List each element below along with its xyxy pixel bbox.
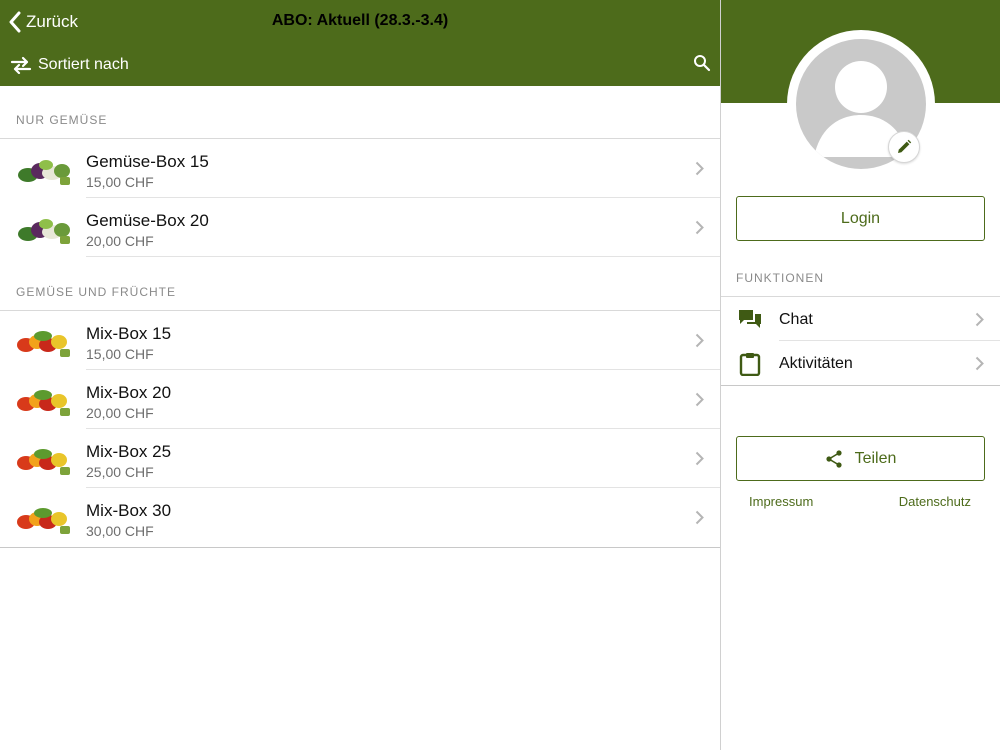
chevron-right-icon bbox=[695, 333, 704, 348]
sort-label: Sortiert nach bbox=[38, 56, 129, 73]
chevron-right-icon bbox=[695, 510, 704, 525]
function-item-activities[interactable]: Aktivitäten bbox=[721, 341, 1000, 385]
item-price: 15,00 CHF bbox=[86, 346, 154, 362]
chevron-right-icon bbox=[695, 392, 704, 407]
chevron-right-icon bbox=[695, 220, 704, 235]
sort-button[interactable]: Sortiert nach bbox=[10, 54, 129, 76]
top-bar: Zurück ABO: Aktuell (28.3.-3.4) Sortiert… bbox=[0, 0, 720, 86]
vegetable-box-image bbox=[18, 219, 70, 244]
list-item[interactable]: Mix-Box 30 30,00 CHF bbox=[0, 488, 720, 547]
chevron-right-icon bbox=[695, 161, 704, 176]
item-title: Mix-Box 15 bbox=[86, 324, 172, 343]
mix-box-image bbox=[17, 508, 70, 534]
clipboard-icon bbox=[739, 353, 761, 376]
function-label: Chat bbox=[779, 311, 813, 328]
functions-header: FUNKTIONEN bbox=[736, 271, 824, 285]
share-icon bbox=[825, 449, 842, 468]
pencil-icon bbox=[898, 139, 912, 153]
product-list-pane: Zurück ABO: Aktuell (28.3.-3.4) Sortiert… bbox=[0, 0, 720, 750]
vegetable-box-list: Gemüse-Box 15 15,00 CHF Gemüse-Box 20 20… bbox=[0, 138, 720, 257]
page-title: ABO: Aktuell (28.3.-3.4) bbox=[271, 12, 449, 29]
item-title: Gemüse-Box 20 bbox=[86, 211, 209, 230]
list-item[interactable]: Gemüse-Box 15 15,00 CHF bbox=[0, 139, 720, 198]
edit-avatar-button[interactable] bbox=[888, 131, 920, 163]
mix-box-image bbox=[17, 331, 70, 357]
impressum-link[interactable]: Impressum bbox=[749, 494, 813, 509]
share-button[interactable]: Teilen bbox=[736, 436, 985, 481]
list-item[interactable]: Mix-Box 20 20,00 CHF bbox=[0, 370, 720, 429]
share-label: Teilen bbox=[854, 449, 897, 467]
chevron-right-icon bbox=[975, 356, 984, 371]
item-title: Gemüse-Box 15 bbox=[86, 152, 209, 171]
item-price: 20,00 CHF bbox=[86, 233, 154, 249]
datenschutz-link[interactable]: Datenschutz bbox=[899, 494, 971, 509]
list-item[interactable]: Mix-Box 25 25,00 CHF bbox=[0, 429, 720, 488]
list-item[interactable]: Gemüse-Box 20 20,00 CHF bbox=[0, 198, 720, 257]
function-item-chat[interactable]: Chat bbox=[721, 297, 1000, 341]
section-header-vegetables: NUR GEMÜSE bbox=[16, 113, 108, 127]
item-title: Mix-Box 25 bbox=[86, 442, 172, 461]
list-item[interactable]: Mix-Box 15 15,00 CHF bbox=[0, 311, 720, 370]
swap-arrows-icon bbox=[10, 56, 32, 74]
mix-box-image bbox=[17, 449, 70, 475]
item-price: 20,00 CHF bbox=[86, 405, 154, 421]
row-separator bbox=[86, 256, 720, 257]
item-price: 15,00 CHF bbox=[86, 174, 154, 190]
mix-box-image bbox=[17, 390, 70, 416]
item-title: Mix-Box 30 bbox=[86, 501, 172, 520]
chat-bubbles-icon bbox=[739, 310, 761, 328]
chevron-right-icon bbox=[975, 312, 984, 327]
section-header-mix: GEMÜSE UND FRÜCHTE bbox=[16, 285, 177, 299]
functions-list: Chat Aktivitäten bbox=[721, 296, 1000, 386]
chevron-right-icon bbox=[695, 451, 704, 466]
item-price: 30,00 CHF bbox=[86, 523, 154, 539]
search-icon[interactable] bbox=[693, 54, 711, 72]
item-price: 25,00 CHF bbox=[86, 464, 154, 480]
profile-pane: Login FUNKTIONEN Chat Aktivitäten Teilen bbox=[721, 0, 1000, 750]
item-title: Mix-Box 20 bbox=[86, 383, 172, 402]
vegetable-box-image bbox=[18, 160, 70, 185]
mix-box-list: Mix-Box 15 15,00 CHF Mix-Box 20 20,00 CH… bbox=[0, 310, 720, 548]
function-label: Aktivitäten bbox=[779, 355, 853, 372]
login-button[interactable]: Login bbox=[736, 196, 985, 241]
